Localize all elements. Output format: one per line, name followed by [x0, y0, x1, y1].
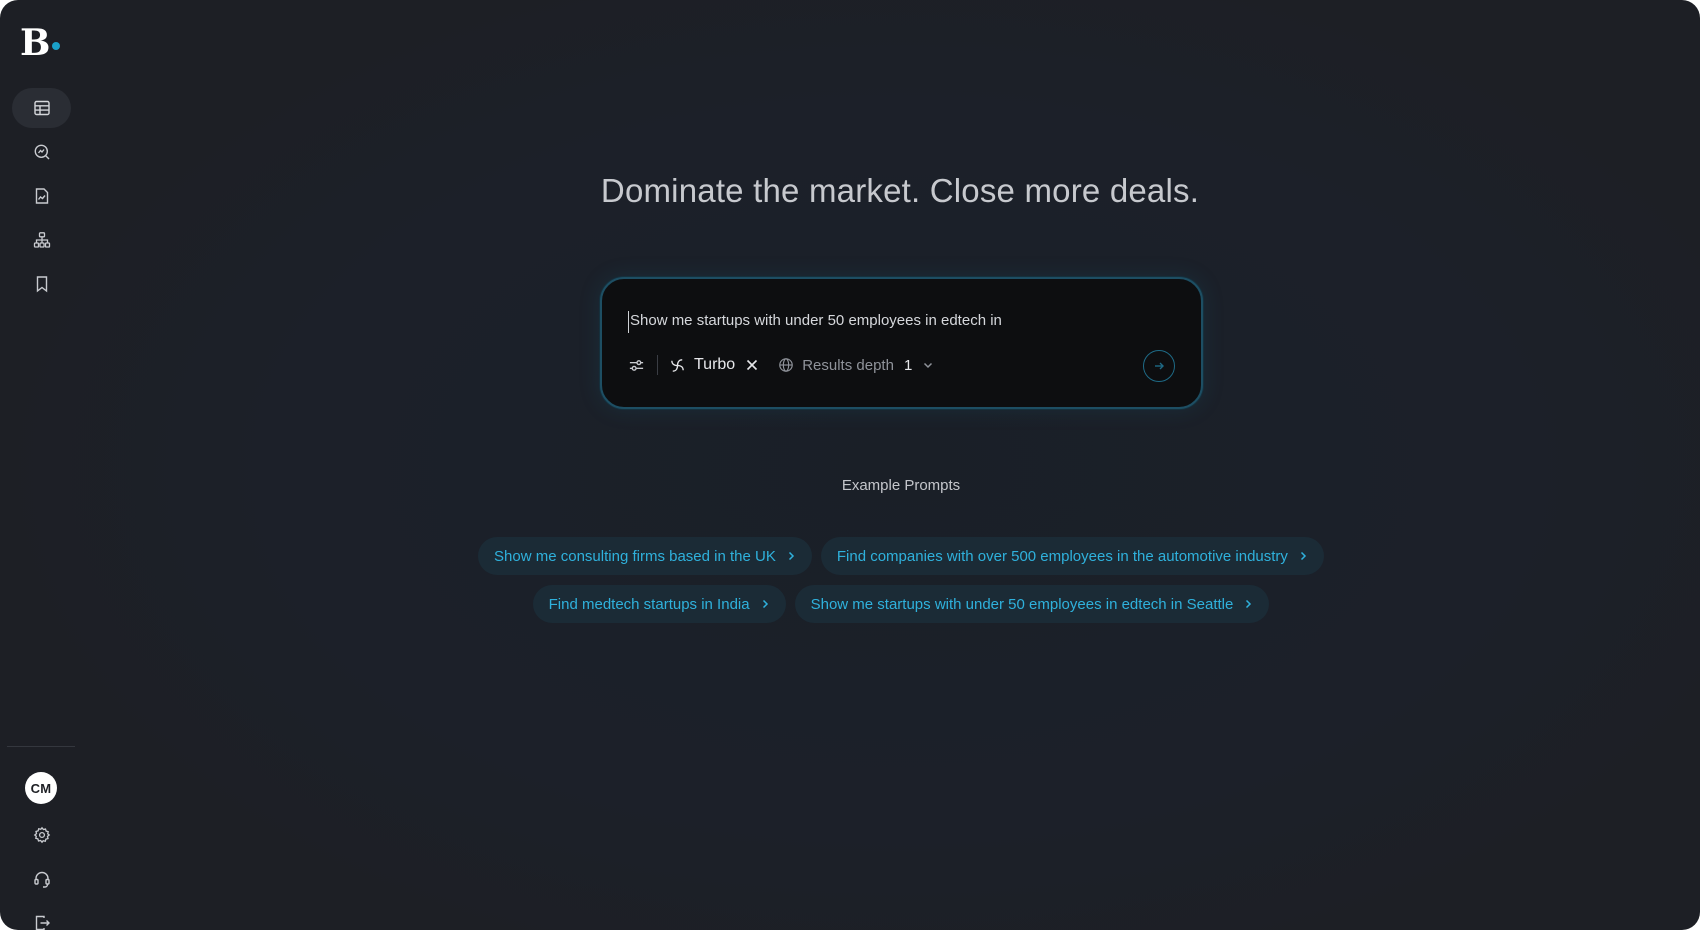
example-prompt-chip[interactable]: Show me startups with under 50 employees… [794, 585, 1270, 623]
app-window: B CM Dominate the market. Close more dea… [0, 0, 1700, 930]
chevron-right-icon [1243, 599, 1253, 609]
sidebar-item-settings[interactable] [12, 815, 71, 855]
prompt-card: Show me startups with under 50 employees… [600, 277, 1203, 409]
remove-turbo-button[interactable] [746, 359, 758, 371]
turbo-mode-label: Turbo [694, 356, 736, 373]
chevron-down-icon [922, 359, 934, 371]
chevron-right-icon [760, 599, 770, 609]
sidebar-divider [7, 746, 75, 747]
filters-button[interactable] [628, 357, 645, 374]
example-prompt-text: Find companies with over 500 employees i… [836, 547, 1288, 565]
close-icon [747, 359, 758, 371]
logo-dot [52, 42, 61, 50]
example-prompt-text: Show me startups with under 50 employees… [810, 595, 1234, 613]
results-depth-label: Results depth [802, 356, 894, 374]
avatar[interactable]: CM [25, 772, 57, 804]
search-input[interactable]: Show me startups with under 50 employees… [628, 311, 1148, 333]
sidebar-item-logout[interactable] [12, 903, 71, 930]
example-prompts-row-1: Show me consulting firms based in the UK… [0, 537, 1700, 575]
gear-icon [33, 826, 50, 844]
prompt-toolbar: Turbo Results depth 1 [628, 351, 934, 379]
arrow-right-icon [1155, 362, 1164, 370]
example-prompt-text: Find medtech startups in India [548, 595, 750, 613]
example-prompt-chip[interactable]: Find companies with over 500 employees i… [820, 537, 1324, 575]
chevron-right-icon [1298, 551, 1308, 561]
sidebar-item-support[interactable] [12, 859, 71, 899]
bookmark-icon [36, 276, 47, 293]
turbo-icon [669, 357, 686, 374]
example-prompts-row-2: Find medtech startups in India Show me s… [0, 585, 1700, 623]
page-title: Dominate the market. Close more deals. [600, 172, 1200, 209]
results-depth-value: 1 [903, 356, 913, 374]
sidebar: B CM [0, 0, 82, 930]
brand-logo[interactable]: B [20, 22, 64, 64]
example-prompt-chip[interactable]: Show me consulting firms based in the UK [478, 537, 812, 575]
example-prompts-title: Example Prompts [841, 477, 961, 494]
sidebar-item-search[interactable] [12, 132, 71, 172]
org-chart-icon [33, 232, 50, 248]
logo-letter: B [20, 22, 51, 64]
example-prompt-text: Show me consulting firms based in the UK [494, 547, 776, 565]
example-prompt-chip[interactable]: Find medtech startups in India [532, 585, 786, 623]
submit-button[interactable] [1143, 350, 1175, 382]
sliders-icon [629, 359, 644, 371]
headset-icon [33, 871, 50, 888]
logout-icon [35, 915, 50, 930]
table-icon [33, 100, 50, 116]
results-depth-select[interactable]: Results depth 1 [778, 357, 934, 374]
globe-icon [779, 358, 794, 372]
search-analytics-icon [34, 144, 49, 160]
chevron-right-icon [786, 551, 796, 561]
toolbar-separator [657, 355, 658, 375]
sidebar-item-tables[interactable] [12, 88, 71, 128]
sidebar-item-saved[interactable] [12, 264, 71, 304]
sidebar-item-org-chart[interactable] [12, 220, 71, 260]
